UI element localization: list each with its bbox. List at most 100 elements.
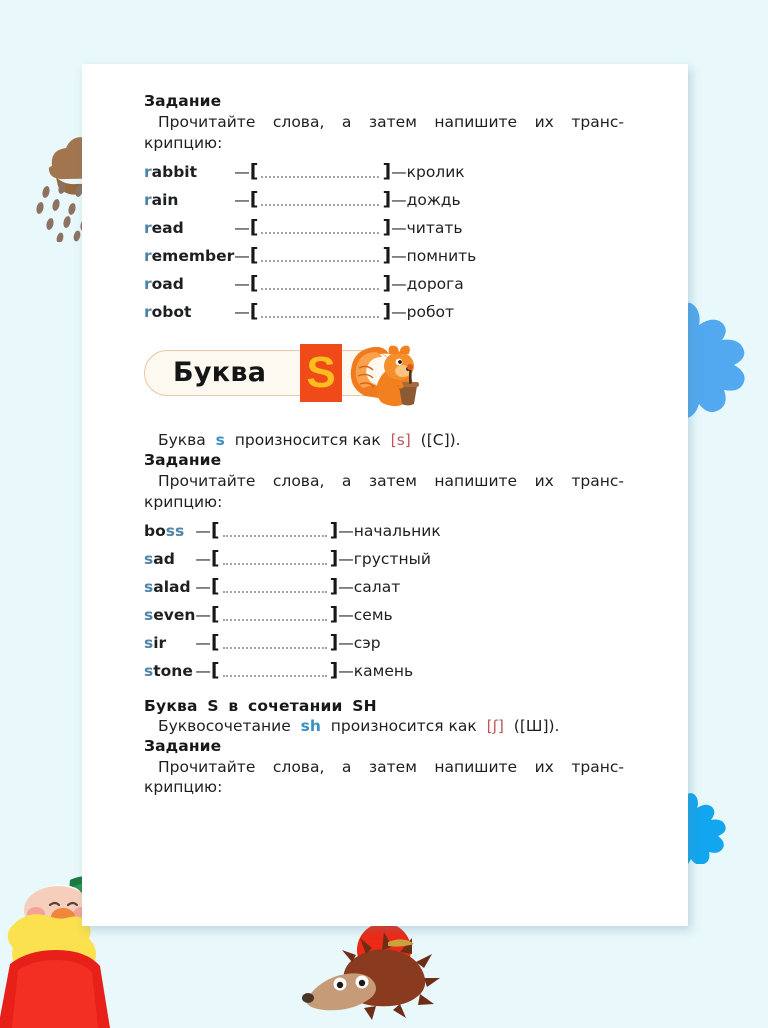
word-english: sir (144, 629, 195, 657)
word-rest: emember (151, 246, 235, 265)
word-english: rain (144, 186, 234, 214)
heading-sh-e: SH (352, 696, 377, 715)
heading-sh-a: Буква (144, 696, 198, 715)
table-row: sir — [] — сэр (144, 629, 441, 657)
dash-right: — (391, 218, 407, 237)
bracket-open: [ (210, 547, 220, 570)
word-highlight-letter: r (144, 162, 152, 181)
word-list-r: rabbit — [] — кролик rain — [] — дождь r… (144, 158, 476, 326)
bracket-close: ] (329, 603, 339, 626)
task-heading-sh: Задание (144, 736, 222, 755)
word-rest: ir (153, 633, 167, 652)
table-row: rabbit — [] — кролик (144, 158, 476, 186)
worksheet-page: Задание Прочитайте слова, а затем напиши… (82, 64, 688, 926)
bracket-open: [ (249, 244, 259, 267)
word-english: stone (144, 657, 195, 685)
table-row: rain — [] — дождь (144, 186, 476, 214)
rule-sh-middle: произносится как (330, 716, 477, 735)
table-row: sad — [] — грустный (144, 545, 441, 573)
banner-letter-chip: S (300, 343, 342, 402)
word-translation: салат (353, 577, 401, 596)
transcription-slot[interactable]: [] (250, 186, 391, 214)
word-highlight-letter: r (144, 190, 152, 209)
dotted-fill-line (261, 169, 380, 179)
section-letter-sh: Буква S в сочетании SH Буквосочетание sh… (144, 697, 624, 799)
bracket-close: ] (382, 216, 392, 239)
transcription-slot[interactable]: [] (211, 573, 338, 601)
dotted-fill-line (222, 584, 327, 594)
word-translation: кролик (406, 162, 465, 181)
bracket-close: ] (329, 519, 339, 542)
dash-right: — (391, 246, 407, 265)
dash-left: — (234, 302, 250, 321)
word-english: remember (144, 242, 234, 270)
rule-sh-suffix: ([Ш]). (513, 716, 560, 735)
instruction-r: Прочитайте слова, а затем напишите их тр… (144, 112, 624, 154)
dotted-fill-line (261, 253, 380, 263)
table-row: salad — [] — салат (144, 573, 441, 601)
bracket-close: ] (382, 300, 392, 323)
word-translation: семь (353, 605, 393, 624)
transcription-slot[interactable]: [] (211, 629, 338, 657)
word-highlight-letter: r (144, 274, 152, 293)
table-row: stone — [] — камень (144, 657, 441, 685)
word-highlight-letter: r (144, 246, 152, 265)
dotted-fill-line (222, 612, 327, 622)
rule-sh-prefix: Буквосочетание (158, 716, 291, 735)
dash-left: — (234, 162, 250, 181)
transcription-slot[interactable]: [] (250, 214, 391, 242)
word-rest: alad (153, 577, 191, 596)
heading-sh-c: в (228, 696, 239, 715)
transcription-slot[interactable]: [] (250, 242, 391, 270)
bracket-open: [ (210, 603, 220, 626)
word-list-s: boss — [] — начальник sad — [] — грустны… (144, 517, 441, 685)
instruction-sh: Прочитайте слова, а затем напишите их тр… (144, 757, 624, 799)
transcription-slot[interactable]: [] (250, 298, 391, 326)
word-rest: oad (151, 274, 184, 293)
bracket-open: [ (210, 631, 220, 654)
bracket-close: ] (382, 244, 392, 267)
dash-left: — (195, 661, 211, 680)
table-row: road — [] — дорога (144, 270, 476, 298)
transcription-slot[interactable]: [] (211, 601, 338, 629)
word-rest: even (153, 605, 196, 624)
dash-left: — (195, 605, 211, 624)
word-translation: робот (406, 302, 455, 321)
rule-s-middle: произносится как (234, 430, 381, 449)
word-rest: abbit (151, 162, 198, 181)
word-highlight-letter: r (144, 218, 152, 237)
transcription-slot[interactable]: [] (211, 657, 338, 685)
word-highlight-letter: s (144, 605, 154, 624)
word-translation: помнить (406, 246, 477, 265)
transcription-slot[interactable]: [] (250, 158, 391, 186)
bracket-open: [ (210, 575, 220, 598)
instruction-r-line2: крипцию: (144, 133, 223, 152)
dash-right: — (338, 549, 354, 568)
bracket-open: [ (249, 300, 259, 323)
dash-left: — (234, 190, 250, 209)
dash-left: — (195, 521, 211, 540)
rule-sh: Буквосочетание sh произносится как [ʃ] (… (144, 716, 624, 737)
dash-left: — (234, 246, 250, 265)
word-rest: ead (151, 218, 184, 237)
word-translation: дорога (406, 274, 464, 293)
bracket-open: [ (249, 216, 259, 239)
instruction-sh-line2: крипцию: (144, 778, 223, 797)
table-row: remember — [] — помнить (144, 242, 476, 270)
transcription-slot[interactable]: [] (211, 545, 338, 573)
dotted-fill-line (261, 281, 380, 291)
bracket-open: [ (249, 188, 259, 211)
dash-left: — (195, 577, 211, 596)
word-rest: ad (153, 549, 175, 568)
transcription-slot[interactable]: [] (211, 517, 338, 545)
word-highlight-letter: s (144, 633, 154, 652)
heading-sh: Буква S в сочетании SH (144, 697, 624, 715)
dash-left: — (195, 633, 211, 652)
dash-right: — (391, 162, 407, 181)
transcription-slot[interactable]: [] (250, 270, 391, 298)
dash-left: — (234, 218, 250, 237)
word-english: road (144, 270, 234, 298)
task-heading-s: Задание (144, 450, 222, 469)
table-row: seven — [] — семь (144, 601, 441, 629)
task-heading-r: Задание (144, 92, 222, 110)
